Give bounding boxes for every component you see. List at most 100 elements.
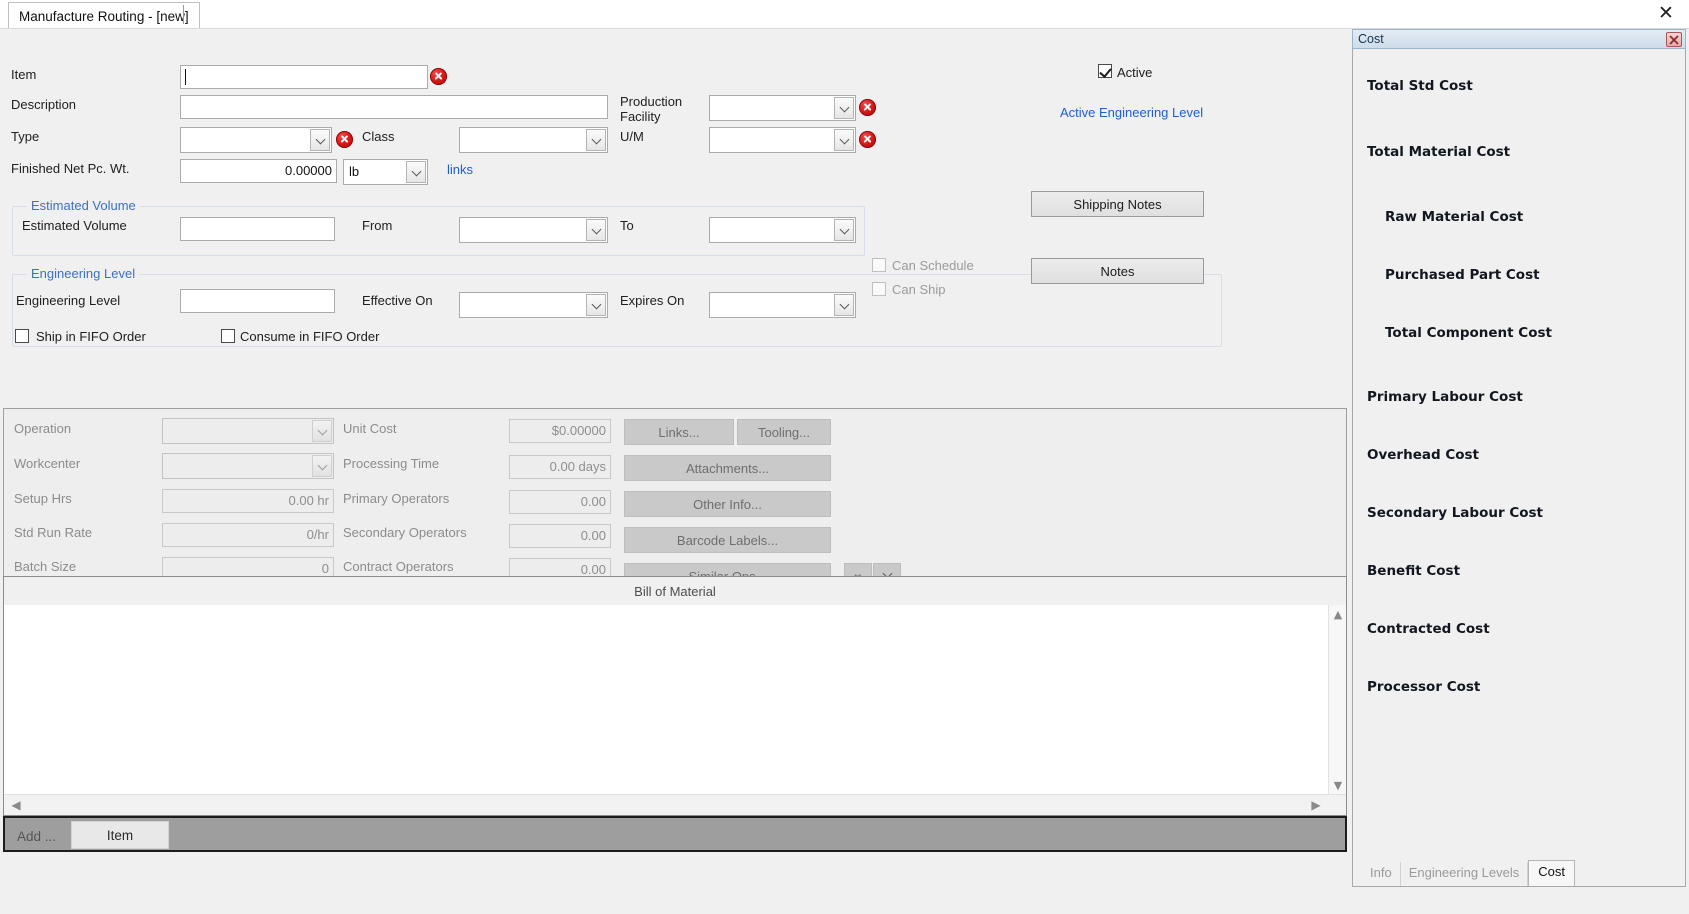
setup-hrs-label: Setup Hrs (14, 491, 72, 506)
um-dropdown-value (710, 128, 833, 152)
active-label: Active (1117, 65, 1153, 80)
weight-uom-value: lb (349, 164, 360, 179)
operation-label: Operation (14, 421, 72, 436)
um-dropdown[interactable] (709, 127, 856, 153)
production-facility-required-error-icon (859, 99, 876, 116)
active-engineering-level-link[interactable]: Active Engineering Level (1060, 105, 1203, 120)
description-input[interactable] (180, 95, 608, 119)
secondary-operators-value: 0.00 (580, 528, 606, 543)
notes-button[interactable]: Notes (1031, 258, 1204, 284)
cost-panel-tab-engineering-levels[interactable]: Engineering Levels (1401, 862, 1529, 886)
similar-ops-dropdown-button[interactable] (873, 563, 901, 576)
attachments-button[interactable]: Attachments... (624, 455, 831, 481)
links-link[interactable]: links (447, 162, 473, 177)
similar-ops-button[interactable]: Similar Ops... (624, 563, 831, 576)
batch-size-input[interactable]: 0 (162, 557, 334, 576)
description-label: Description (11, 97, 77, 112)
item-input[interactable] (180, 65, 428, 89)
similar-ops-prev-button[interactable]: ↔ (844, 563, 872, 576)
effective-on-value (460, 293, 585, 317)
production-facility-dropdown[interactable] (709, 95, 856, 121)
cost-panel-body: Total Std Cost Total Material Cost Raw Mat… (1352, 49, 1686, 887)
active-checkbox[interactable] (1098, 64, 1112, 78)
add-item-button[interactable]: Item (71, 821, 169, 849)
chevron-down-icon[interactable] (310, 129, 330, 151)
cost-panel-tab-cost[interactable]: Cost (1528, 860, 1575, 886)
chevron-down-icon[interactable] (834, 294, 854, 316)
contract-operators-value: 0.00 (580, 562, 606, 576)
primary-operators-input[interactable]: 0.00 (509, 490, 611, 514)
cost-panel-tab-info[interactable]: Info (1362, 862, 1401, 886)
bill-of-material-vertical-scrollbar[interactable]: ▲ ▼ (1328, 605, 1346, 794)
type-dropdown[interactable] (180, 127, 332, 153)
other-info-button[interactable]: Other Info... (624, 491, 831, 517)
cost-row: Total Material Cost (1367, 144, 1511, 160)
app-window: Manufacture Routing - [new] ✕ Item Descr… (0, 0, 1689, 914)
primary-operators-label: Primary Operators (343, 491, 450, 506)
engineering-level-label: Engineering Level (16, 293, 121, 308)
shipping-notes-button[interactable]: Shipping Notes (1031, 191, 1204, 217)
chevron-down-icon[interactable] (834, 97, 854, 119)
cost-row: Total Std Cost (1367, 78, 1473, 94)
links-button[interactable]: Links... (624, 419, 734, 445)
tooling-button[interactable]: Tooling... (737, 419, 831, 445)
production-facility-label-line1: Production (620, 94, 683, 109)
processing-time-input[interactable]: 0.00 days (509, 455, 611, 479)
chevron-down-icon[interactable] (586, 219, 606, 241)
chevron-right-icon[interactable]: ▶ (1306, 795, 1326, 815)
um-required-error-icon (859, 131, 876, 148)
type-dropdown-value (181, 128, 309, 152)
can-ship-checkbox[interactable] (872, 282, 886, 296)
secondary-operators-input[interactable]: 0.00 (509, 524, 611, 548)
chevron-left-icon[interactable]: ◀ (6, 795, 26, 815)
estimated-volume-value (181, 218, 334, 240)
close-icon[interactable]: ✕ (1653, 2, 1679, 26)
estimated-volume-to-dropdown[interactable] (709, 217, 856, 243)
estimated-volume-input[interactable] (180, 217, 335, 241)
close-icon[interactable] (1666, 32, 1682, 47)
cost-panel-tabs: Info Engineering Levels Cost (1353, 859, 1685, 886)
chevron-down-icon[interactable] (586, 294, 606, 316)
effective-on-dropdown[interactable] (459, 292, 608, 318)
bill-of-material-horizontal-scrollbar[interactable]: ◀ ▶ (4, 794, 1346, 815)
engineering-level-input[interactable] (180, 289, 335, 313)
std-run-rate-label: Std Run Rate (14, 525, 93, 540)
unit-cost-input[interactable]: $0.00000 (509, 419, 611, 443)
add-toolbar: Add ... Item (3, 816, 1347, 852)
item-required-error-icon (430, 68, 447, 85)
finished-net-pc-wt-input[interactable]: 0.00000 (180, 159, 337, 183)
barcode-labels-button[interactable]: Barcode Labels... (624, 527, 831, 553)
weight-uom-dropdown[interactable]: lb (343, 159, 428, 185)
item-label: Item (11, 67, 37, 82)
consume-in-fifo-order-checkbox[interactable] (221, 329, 235, 343)
document-tab-manufacture-routing[interactable]: Manufacture Routing - [new] (8, 2, 200, 28)
class-dropdown[interactable] (459, 127, 608, 153)
cost-row: Benefit Cost (1367, 563, 1461, 579)
chevron-down-icon[interactable] (834, 219, 854, 241)
batch-size-label: Batch Size (14, 559, 77, 574)
bill-of-material-panel: Bill of Material ▲ ▼ ◀ ▶ (3, 576, 1347, 816)
chevron-down-icon[interactable]: ▼ (1329, 776, 1347, 794)
setup-hrs-value: 0.00 hr (288, 493, 329, 508)
unit-cost-value: $0.00000 (551, 423, 606, 438)
workcenter-dropdown[interactable] (162, 453, 334, 479)
chevron-down-icon[interactable] (834, 129, 854, 151)
workcenter-value (163, 454, 311, 478)
std-run-rate-input[interactable]: 0/hr (162, 523, 334, 547)
operation-dropdown[interactable] (162, 418, 334, 444)
can-schedule-checkbox[interactable] (872, 258, 886, 272)
similar-ops-button-label: Similar Ops... (688, 568, 767, 577)
expires-on-dropdown[interactable] (709, 292, 856, 318)
chevron-up-icon[interactable]: ▲ (1329, 605, 1347, 623)
ship-in-fifo-order-checkbox[interactable] (15, 329, 29, 343)
batch-size-value: 0 (321, 561, 329, 576)
bill-of-material-grid[interactable] (4, 605, 1328, 794)
chevron-down-icon[interactable] (312, 420, 332, 442)
type-required-error-icon (336, 131, 353, 148)
setup-hrs-input[interactable]: 0.00 hr (162, 489, 334, 513)
chevron-down-icon[interactable] (586, 129, 606, 151)
estimated-volume-from-dropdown[interactable] (459, 217, 608, 243)
contract-operators-input[interactable]: 0.00 (509, 558, 611, 576)
chevron-down-icon[interactable] (406, 161, 426, 183)
chevron-down-icon[interactable] (312, 455, 332, 477)
